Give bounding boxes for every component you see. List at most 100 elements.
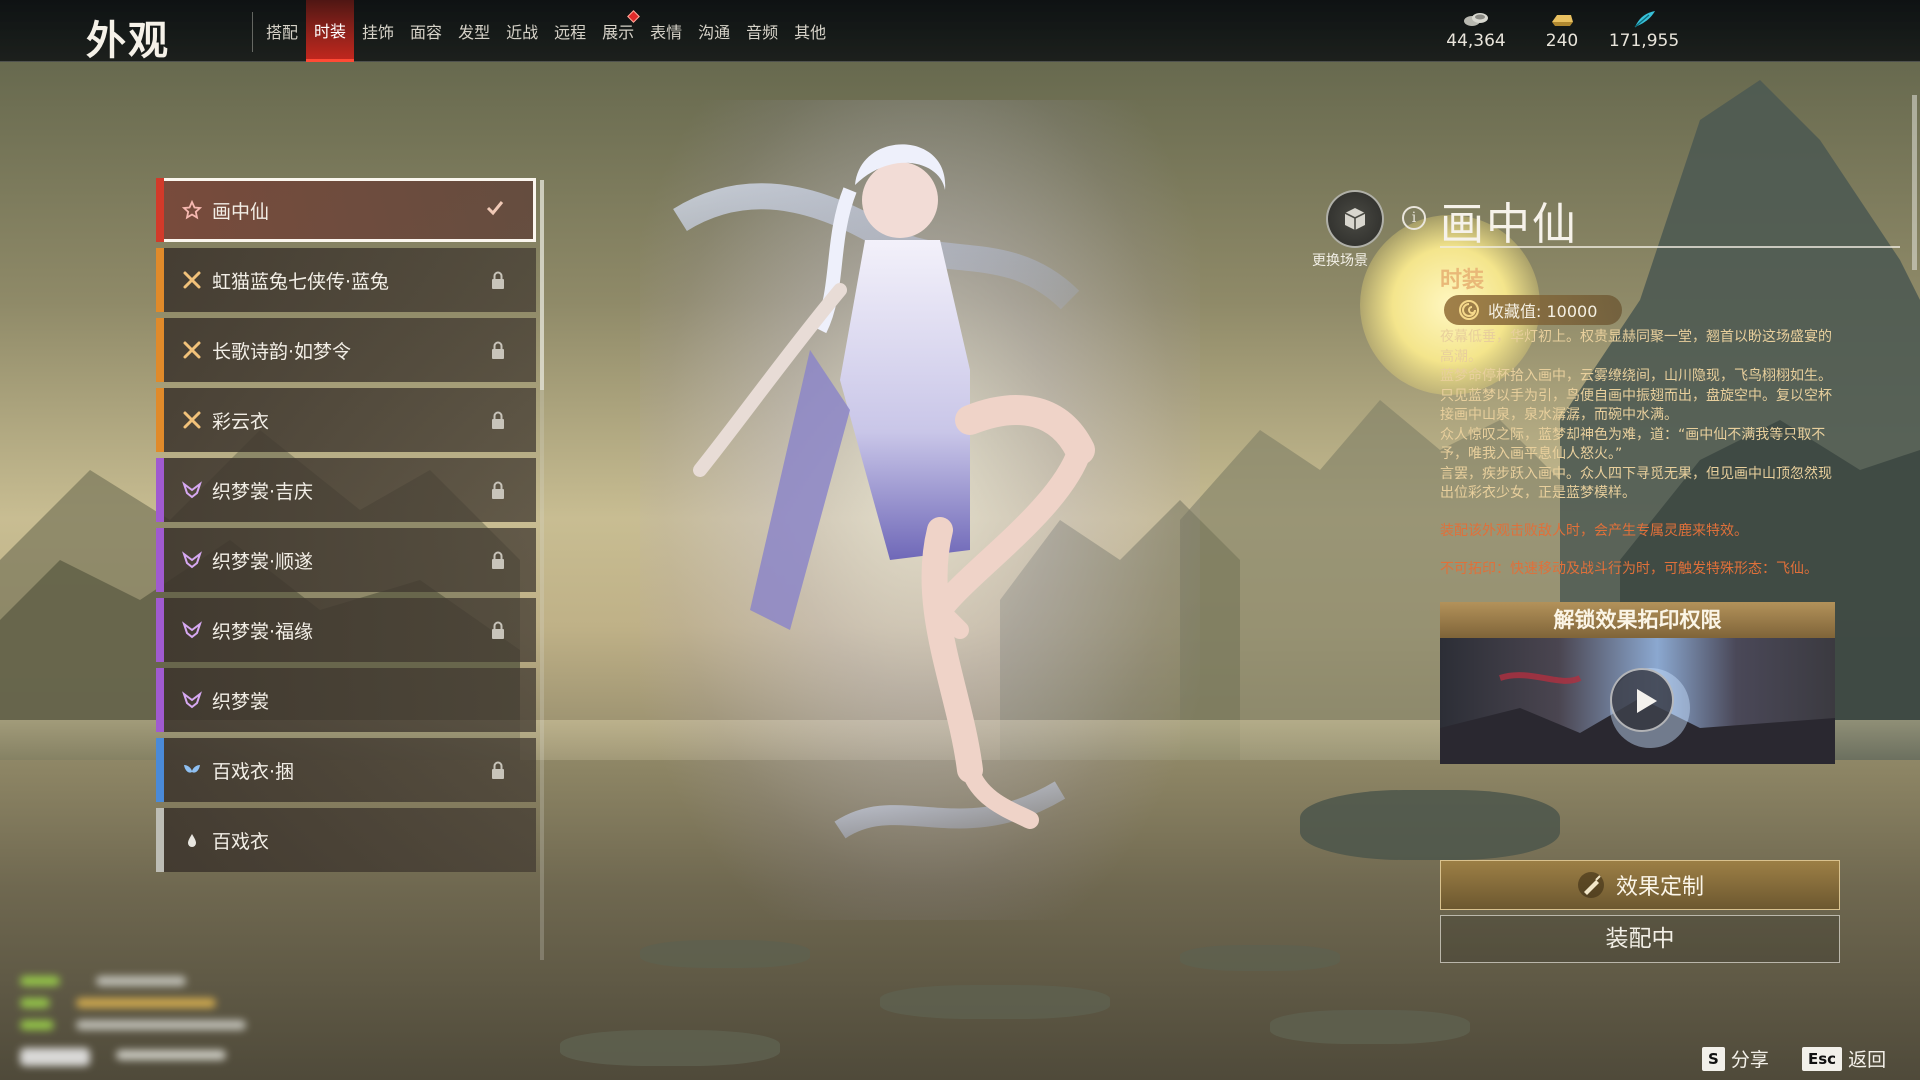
butterfly-icon: [182, 550, 202, 570]
item-name: 长歌诗韵·如梦令: [212, 340, 352, 363]
page-title: 外观: [86, 18, 170, 64]
list-item[interactable]: 织梦裳·吉庆: [156, 458, 536, 522]
outfit-category: 时装: [1440, 268, 1485, 293]
lock-icon: [492, 411, 504, 429]
list-item[interactable]: 画中仙: [156, 178, 536, 242]
rarity-bar: [156, 388, 164, 452]
brush-icon: [1577, 872, 1604, 898]
effect-preview-video[interactable]: [1440, 638, 1835, 764]
knot-icon: [182, 410, 202, 430]
character-figure: [673, 144, 1095, 839]
rarity-bar: [156, 738, 164, 802]
customize-effect-button[interactable]: 效果定制: [1440, 860, 1840, 910]
tab-label: 面容: [410, 23, 443, 42]
item-name: 画中仙: [212, 200, 270, 223]
swirl-coin-icon: [1459, 300, 1479, 320]
equipped-button[interactable]: 装配中: [1440, 915, 1840, 963]
key-cap: Esc: [1802, 1046, 1843, 1071]
tab-label: 表情: [650, 23, 683, 42]
rarity-bar: [156, 668, 164, 732]
list-item[interactable]: 长歌诗韵·如梦令: [156, 318, 536, 382]
imprint-text: 不可拓印：快速移动及战斗行为时，可触发特殊形态：飞仙。: [1440, 561, 1818, 577]
knot-icon: [182, 270, 202, 290]
moth-icon: [182, 760, 202, 780]
lock-icon: [492, 481, 504, 499]
item-name: 彩云衣: [212, 410, 270, 433]
outfit-list: 画中仙 虹猫蓝兔七侠传·蓝兔 长歌诗韵·如梦令 彩云衣 织梦裳·吉庆 织梦裳·顺…: [156, 178, 536, 960]
key-cap: S: [1702, 1046, 1725, 1071]
tab-emote[interactable]: 表情: [642, 0, 690, 62]
description-paragraph: 言罢，疾步跃入画中。众人四下寻觅无果，但见画中山顶忽然现出位彩衣少女，正是蓝梦模…: [1440, 465, 1832, 502]
hint-label: 分享: [1730, 1049, 1769, 1071]
drop-icon: [182, 830, 202, 850]
tab-outfit-set[interactable]: 搭配: [258, 0, 306, 62]
info-icon[interactable]: i: [1402, 206, 1426, 230]
knot-icon: [182, 340, 202, 360]
tab-face[interactable]: 面容: [402, 0, 450, 62]
blurred-stats: [16, 968, 296, 1072]
tab-label: 展示: [602, 23, 635, 42]
stepping-stone: [560, 1030, 780, 1066]
tab-label: 搭配: [266, 23, 299, 42]
outfit-description: 夜幕低垂，华灯初上。权贵显赫同聚一堂，翘首以盼这场盛宴的高潮。 蓝梦命停杯拾入画…: [1440, 328, 1840, 504]
back-hint[interactable]: Esc 返回: [1802, 1045, 1886, 1072]
tab-hairstyle[interactable]: 发型: [450, 0, 498, 62]
hint-label: 返回: [1848, 1049, 1887, 1071]
description-paragraph: 夜幕低垂，华灯初上。权贵显赫同聚一堂，翘首以盼这场盛宴的高潮。: [1440, 329, 1832, 365]
list-item[interactable]: 彩云衣: [156, 388, 536, 452]
list-item[interactable]: 虹猫蓝兔七侠传·蓝兔: [156, 248, 536, 312]
stepping-stone: [1180, 945, 1340, 971]
list-scrollbar[interactable]: [540, 180, 544, 960]
tab-melee[interactable]: 近战: [498, 0, 546, 62]
tab-label: 挂饰: [362, 23, 395, 42]
rarity-bar: [156, 458, 164, 522]
rarity-bar: [156, 178, 164, 242]
stepping-stone: [640, 940, 810, 968]
detail-scrollbar[interactable]: [1912, 95, 1917, 270]
tab-communicate[interactable]: 沟通: [690, 0, 738, 62]
lock-icon: [492, 621, 504, 639]
lock-icon: [492, 761, 504, 779]
title-underline: [1440, 246, 1900, 248]
tab-other[interactable]: 其他: [786, 0, 834, 62]
item-name: 百戏衣·捆: [212, 760, 295, 783]
gold-ingot-icon: [1552, 15, 1573, 26]
lock-icon: [492, 551, 504, 569]
item-name: 织梦裳·福缘: [212, 620, 314, 643]
currency-quills: 171,955: [1584, 10, 1704, 51]
list-item[interactable]: 织梦裳: [156, 668, 536, 732]
change-scene-button[interactable]: [1326, 190, 1384, 248]
tab-showcase[interactable]: 展示: [594, 0, 642, 62]
coin-stack-icon: [1464, 13, 1488, 26]
list-item[interactable]: 织梦裳·顺遂: [156, 528, 536, 592]
feather-quill-icon: [1634, 11, 1655, 28]
stepping-stone: [1270, 1010, 1470, 1044]
unlock-effect-panel: 解锁效果拓印权限: [1440, 602, 1835, 764]
rarity-bar: [156, 248, 164, 312]
tab-audio[interactable]: 音频: [738, 0, 786, 62]
lock-icon: [492, 341, 504, 359]
list-item[interactable]: 百戏衣: [156, 808, 536, 872]
share-hint[interactable]: S 分享: [1702, 1045, 1769, 1072]
rarity-bar: [156, 808, 164, 872]
play-icon[interactable]: [1610, 668, 1674, 732]
scrollbar-thumb[interactable]: [540, 180, 544, 390]
tab-ranged[interactable]: 远程: [546, 0, 594, 62]
category-tabs: 搭配 时装 挂饰 面容 发型 近战 远程 展示 表情 沟通 音频 其他: [258, 0, 834, 62]
stepping-stone: [880, 985, 1110, 1019]
description-paragraph: 众人惊叹之际，蓝梦却神色为难，道：“画中仙不满我等只取不予，唯我入画平息仙人怒火…: [1440, 426, 1826, 463]
checkmark-icon: [486, 201, 504, 216]
item-name: 虹猫蓝兔七侠传·蓝兔: [212, 270, 390, 293]
tab-label: 沟通: [698, 23, 731, 42]
outfit-title: 画中仙: [1440, 199, 1578, 250]
tab-accessory[interactable]: 挂饰: [354, 0, 402, 62]
tab-fashion[interactable]: 时装: [306, 0, 355, 62]
list-item[interactable]: 织梦裳·福缘: [156, 598, 536, 662]
list-item[interactable]: 百戏衣·捆: [156, 738, 536, 802]
cube-icon: [1344, 208, 1366, 230]
rarity-bar: [156, 318, 164, 382]
tab-label: 时装: [314, 21, 347, 41]
flower-icon: [182, 200, 202, 220]
effect-text: 装配该外观击败敌人时，会产生专属灵鹿来特效。: [1440, 523, 1748, 539]
top-bar: 外观 搭配 时装 挂饰 面容 发型 近战 远程 展示 表情 沟通 音频 其他 4…: [0, 0, 1920, 64]
